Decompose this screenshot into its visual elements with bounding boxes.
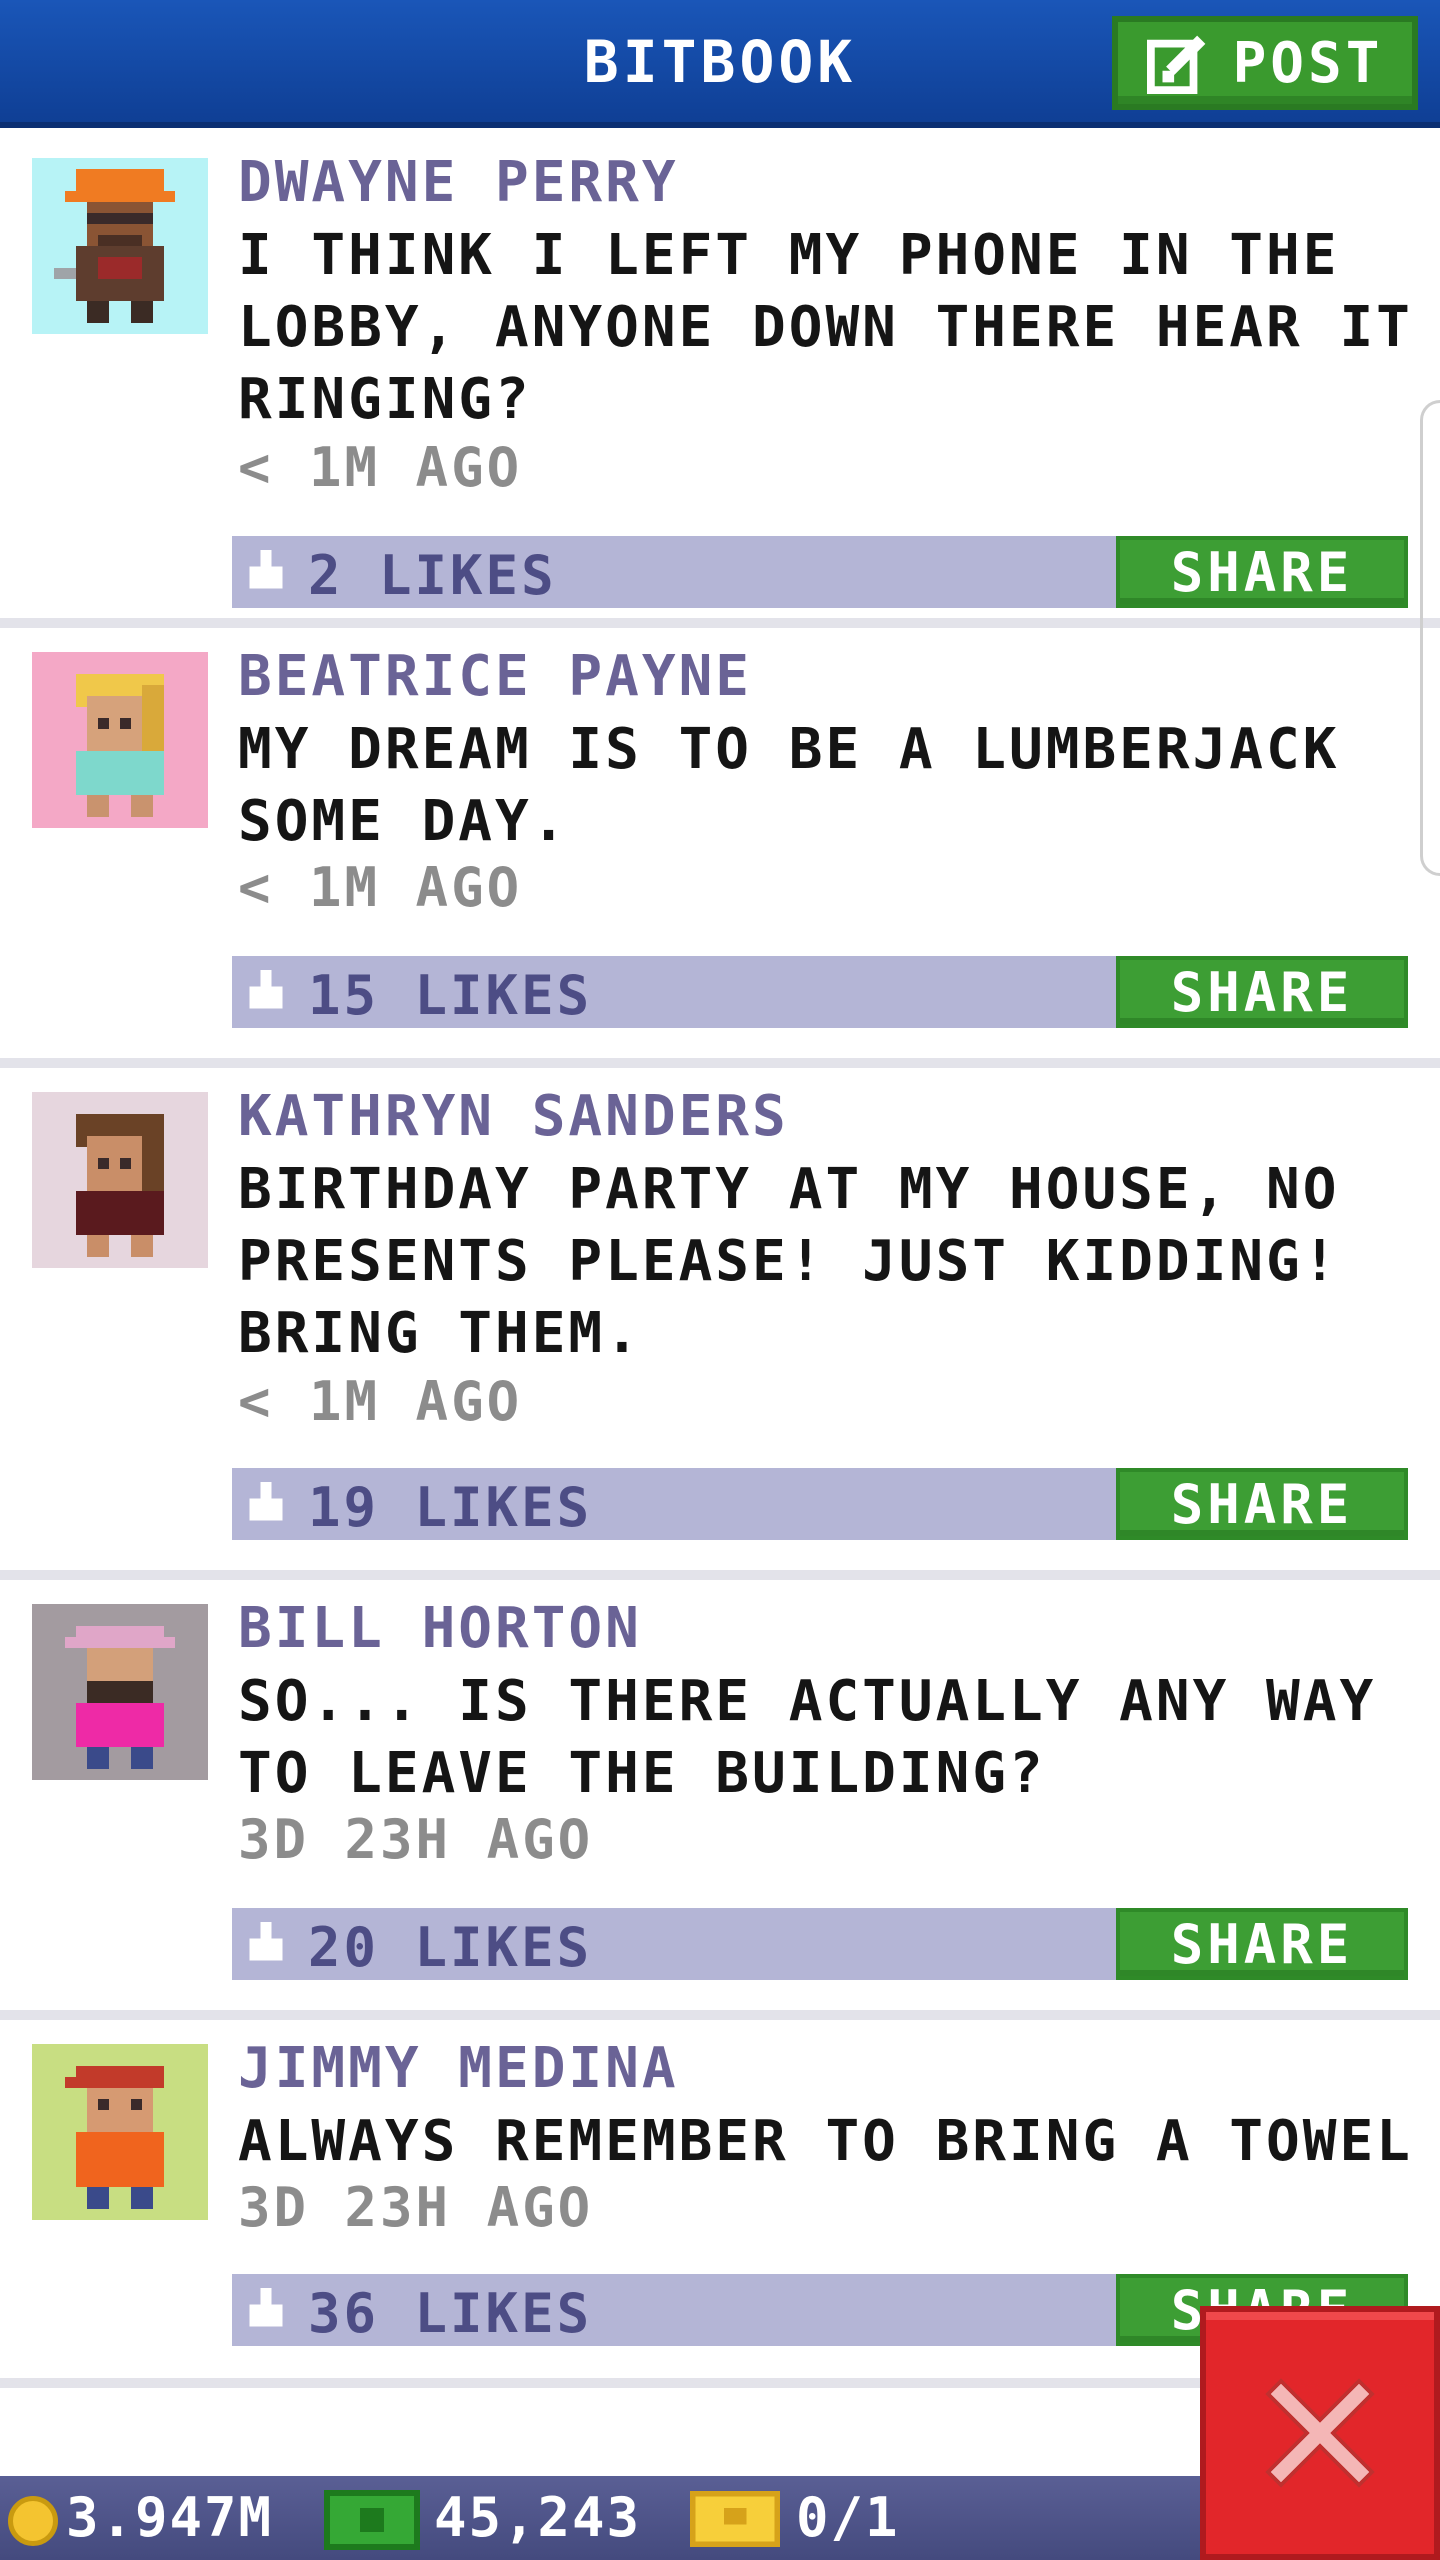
- post-author[interactable]: BILL HORTON: [238, 1596, 642, 1661]
- like-bar[interactable]: 20 LIKES SHARE: [232, 1908, 1408, 1980]
- post-author[interactable]: BEATRICE PAYNE: [238, 644, 752, 709]
- like-count: 19 LIKES: [308, 1476, 593, 1539]
- post-time: < 1M AGO: [238, 856, 523, 919]
- feed-post: KATHRYN SANDERS BIRTHDAY PARTY AT MY HOU…: [0, 1068, 1440, 1580]
- close-icon: [1265, 2378, 1375, 2488]
- bux-icon: [324, 2490, 420, 2550]
- like-count: 15 LIKES: [308, 964, 593, 1027]
- post-message: SO... IS THERE ACTUALLY ANY WAY TO LEAVE…: [238, 1669, 1377, 1806]
- post-time: 3D 23H AGO: [238, 2176, 594, 2239]
- like-bar[interactable]: 2 LIKES SHARE: [232, 536, 1408, 608]
- avatar[interactable]: [32, 1604, 208, 1780]
- coin-balance: 3.947M: [66, 2486, 274, 2549]
- brown-haired-woman-avatar-icon: [76, 1114, 164, 1257]
- like-bar[interactable]: 19 LIKES SHARE: [232, 1468, 1408, 1540]
- post-time: < 1M AGO: [238, 436, 523, 499]
- post-button-label: POST: [1232, 30, 1384, 96]
- thumbs-up-icon: [249, 970, 283, 1009]
- blonde-woman-avatar-icon: [76, 674, 164, 817]
- construction-worker-avatar-icon: [54, 169, 175, 323]
- app-header: BITBOOK POST: [0, 0, 1440, 128]
- post-author[interactable]: JIMMY MEDINA: [238, 2036, 679, 2101]
- avatar[interactable]: [32, 1092, 208, 1268]
- post-author[interactable]: DWAYNE PERRY: [238, 150, 679, 215]
- bearded-man-avatar-icon: [65, 1626, 175, 1769]
- feed-post: BEATRICE PAYNE MY DREAM IS TO BE A LUMBE…: [0, 628, 1440, 1068]
- feed-post: BILL HORTON SO... IS THERE ACTUALLY ANY …: [0, 1580, 1440, 2020]
- ticket-icon: [690, 2490, 780, 2548]
- post-message: I THINK I LEFT MY PHONE IN THE LOBBY, AN…: [238, 223, 1413, 432]
- coin-icon: [8, 2496, 58, 2546]
- ticket-count: 0/1: [796, 2486, 900, 2549]
- post-time: 3D 23H AGO: [238, 1808, 594, 1871]
- like-count: 2 LIKES: [308, 544, 557, 607]
- feed-post: DWAYNE PERRY I THINK I LEFT MY PHONE IN …: [0, 134, 1440, 628]
- post-message: MY DREAM IS TO BE A LUMBERJACK SOME DAY.: [238, 717, 1340, 854]
- scrollbar[interactable]: [1420, 400, 1440, 876]
- like-bar[interactable]: 15 LIKES SHARE: [232, 956, 1408, 1028]
- news-feed[interactable]: DWAYNE PERRY I THINK I LEFT MY PHONE IN …: [0, 134, 1440, 2388]
- like-count: 36 LIKES: [308, 2282, 593, 2345]
- compose-icon: [1146, 35, 1205, 94]
- avatar[interactable]: [32, 652, 208, 828]
- thumbs-up-icon: [249, 2288, 283, 2327]
- thumbs-up-icon: [249, 1922, 283, 1961]
- avatar[interactable]: [32, 158, 208, 334]
- share-button[interactable]: SHARE: [1116, 956, 1408, 1028]
- post-button[interactable]: POST: [1112, 16, 1418, 110]
- like-count: 20 LIKES: [308, 1916, 593, 1979]
- bux-balance: 45,243: [434, 2486, 642, 2549]
- share-button[interactable]: SHARE: [1116, 536, 1408, 608]
- thumbs-up-icon: [249, 550, 283, 589]
- red-cap-man-avatar-icon: [65, 2066, 164, 2209]
- share-button[interactable]: SHARE: [1116, 1468, 1408, 1540]
- post-message: ALWAYS REMEMBER TO BRING A TOWEL: [238, 2109, 1413, 2174]
- avatar[interactable]: [32, 2044, 208, 2220]
- thumbs-up-icon: [249, 1482, 283, 1521]
- share-button[interactable]: SHARE: [1116, 1908, 1408, 1980]
- post-time: < 1M AGO: [238, 1370, 523, 1433]
- close-button[interactable]: [1200, 2306, 1440, 2560]
- post-author[interactable]: KATHRYN SANDERS: [238, 1084, 789, 1149]
- post-message: BIRTHDAY PARTY AT MY HOUSE, NO PRESENTS …: [238, 1157, 1340, 1366]
